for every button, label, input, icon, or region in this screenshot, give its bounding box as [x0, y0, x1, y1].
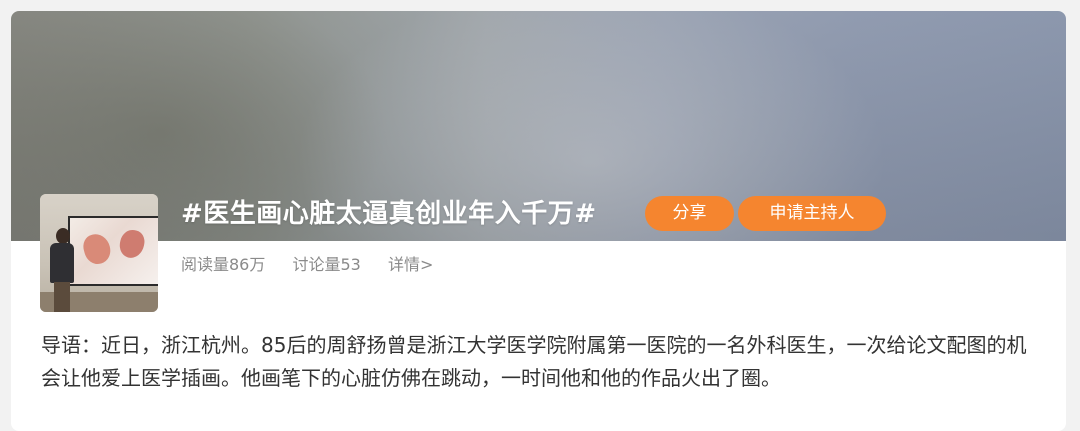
- topic-thumbnail[interactable]: [40, 194, 158, 312]
- topic-intro: 导语：近日，浙江杭州。85后的周舒扬曾是浙江大学医学院附属第一医院的一名外科医生…: [41, 333, 1027, 390]
- share-button[interactable]: 分享: [645, 196, 734, 231]
- details-link[interactable]: 详情>: [388, 255, 433, 274]
- apply-host-button[interactable]: 申请主持人: [738, 196, 886, 231]
- topic-card: #医生画心脏太逼真创业年入千万# 分享 申请主持人 阅读量86万 讨论量53 详…: [11, 11, 1066, 431]
- read-count: 阅读量86万: [181, 255, 266, 274]
- topic-stats: 阅读量86万 讨论量53 详情>: [181, 254, 433, 276]
- discussion-count: 讨论量53: [292, 255, 361, 274]
- topic-title: #医生画心脏太逼真创业年入千万#: [181, 199, 597, 229]
